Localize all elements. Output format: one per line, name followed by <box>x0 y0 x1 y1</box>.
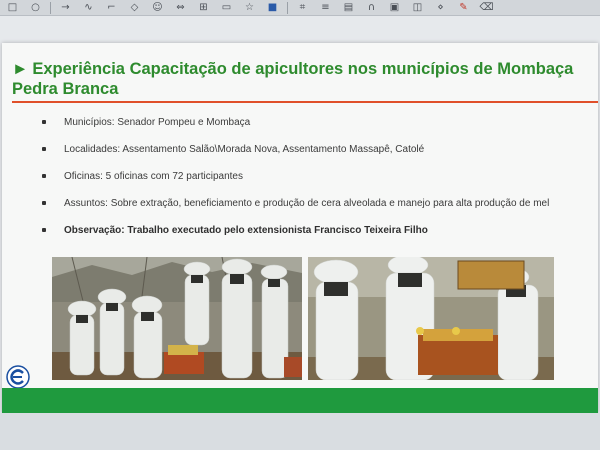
drawing-toolbar: □ ○ → ∿ ⌐ ◇ ☺ ⇔ ⊞ ▭ ☆ ■ ⌗ ≡ ▤ ∩ ▣ ◫ ⋄ ✎ … <box>0 0 600 16</box>
arrow-right-icon[interactable]: → <box>57 1 74 14</box>
beekeepers-inspecting-hive-photo <box>308 257 554 380</box>
bullet-item: Localidades: Assentamento Salão\Morada N… <box>42 143 592 170</box>
crop-icon[interactable]: ⌗ <box>294 1 311 14</box>
beekeepers-group-photo <box>52 257 302 380</box>
effects-icon[interactable]: ⋄ <box>432 1 449 14</box>
bullet-item-observation: Observação: Trabalho executado pelo exte… <box>42 224 592 251</box>
bullet-item: Oficinas: 5 oficinas com 72 participante… <box>42 170 592 197</box>
slide-title-text: Experiência Capacitação de apicultores n… <box>12 60 574 98</box>
group-icon[interactable]: ◫ <box>409 1 426 14</box>
magnet-icon[interactable]: ∩ <box>363 1 380 14</box>
bullet-list: Municípios: Senador Pompeu e Mombaça Loc… <box>42 116 592 251</box>
fill-color-icon[interactable]: ■ <box>264 1 281 14</box>
bullet-text: Assuntos: Sobre extração, beneficiamento… <box>64 198 550 209</box>
align-icon[interactable]: ≡ <box>317 1 334 14</box>
bullet-text: Municípios: Senador Pompeu e Mombaça <box>64 117 251 128</box>
bullet-icon <box>42 147 46 151</box>
organization-logo-icon <box>6 365 30 389</box>
bullet-text: Oficinas: 5 oficinas com 72 participante… <box>64 171 243 182</box>
bullet-icon <box>42 228 46 232</box>
eraser-icon[interactable]: ⌫ <box>478 1 495 14</box>
bullet-text: Observação: Trabalho executado pelo exte… <box>64 225 428 236</box>
wrap-icon[interactable]: ▣ <box>386 1 403 14</box>
bullet-item: Municípios: Senador Pompeu e Mombaça <box>42 116 592 143</box>
toolbar-separator <box>287 1 288 14</box>
pencil-icon[interactable]: ✎ <box>455 1 472 14</box>
diamond-icon[interactable]: ◇ <box>126 1 143 14</box>
bullet-icon <box>42 201 46 205</box>
circle-icon[interactable]: ○ <box>27 1 44 14</box>
bullet-icon <box>42 120 46 124</box>
smiley-icon[interactable]: ☺ <box>149 1 166 14</box>
toolbar-separator <box>50 1 51 14</box>
slide-title: ► Experiência Capacitação de apicultores … <box>12 59 592 99</box>
square-icon[interactable]: □ <box>4 1 21 14</box>
workspace-background <box>0 413 600 450</box>
presentation-slide[interactable]: ► Experiência Capacitação de apicultores … <box>2 43 598 413</box>
bullet-icon <box>42 174 46 178</box>
bullet-text: Localidades: Assentamento Salão\Morada N… <box>64 144 425 155</box>
title-arrow-icon: ► <box>12 60 29 78</box>
connector-icon[interactable]: ⌐ <box>103 1 120 14</box>
slide-footer-bar <box>2 388 598 413</box>
table-icon[interactable]: ⊞ <box>195 1 212 14</box>
double-arrow-icon[interactable]: ⇔ <box>172 1 189 14</box>
curve-icon[interactable]: ∿ <box>80 1 97 14</box>
shadow-icon[interactable]: ▤ <box>340 1 357 14</box>
callout-icon[interactable]: ▭ <box>218 1 235 14</box>
title-divider <box>12 101 598 103</box>
star-icon[interactable]: ☆ <box>241 1 258 14</box>
bullet-item: Assuntos: Sobre extração, beneficiamento… <box>42 197 592 224</box>
